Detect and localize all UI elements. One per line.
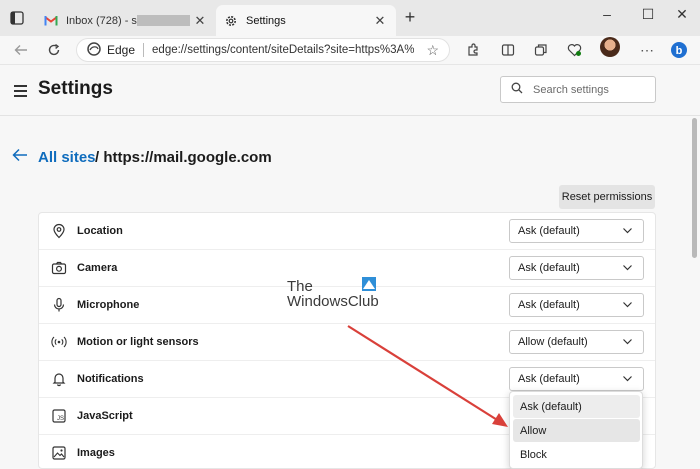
permission-label: Images — [77, 447, 115, 459]
chevron-down-icon — [622, 299, 633, 313]
more-options-icon[interactable]: ⋯ — [636, 39, 658, 61]
site-identity-label: Edge — [107, 43, 136, 57]
tab-label: Inbox (728) - snail — [66, 15, 190, 27]
sensors-icon — [51, 334, 67, 350]
settings-header: Settings Search settings — [0, 64, 700, 116]
gear-icon — [224, 14, 238, 28]
collections-icon[interactable] — [530, 39, 552, 61]
permission-label: Motion or light sensors — [77, 336, 199, 348]
breadcrumb-current: / https://mail.google.com — [95, 149, 272, 166]
tab-actions-icon[interactable] — [8, 9, 26, 27]
search-placeholder: Search settings — [533, 83, 609, 96]
refresh-icon[interactable] — [43, 39, 65, 61]
camera-select[interactable]: Ask (default) — [509, 256, 644, 280]
chevron-down-icon — [622, 336, 633, 350]
browser-toolbar: Edge edge://settings/content/siteDetails… — [0, 36, 700, 64]
select-value: Ask (default) — [518, 299, 580, 311]
permission-label: JavaScript — [77, 410, 133, 422]
dropdown-option-allow[interactable]: Allow — [513, 419, 640, 442]
gmail-icon — [44, 14, 58, 28]
new-tab-button[interactable]: + — [400, 8, 420, 28]
permission-row-motion-sensors: Motion or light sensors Allow (default) — [39, 324, 655, 361]
tab-settings[interactable]: Settings ✕ — [216, 5, 396, 36]
select-value: Allow (default) — [518, 336, 588, 348]
motion-sensors-select[interactable]: Allow (default) — [509, 330, 644, 354]
watermark-logo-icon — [362, 277, 376, 291]
notifications-dropdown-menu: Ask (default) Allow Block — [509, 391, 643, 469]
page-title: Settings — [38, 78, 113, 99]
reset-permissions-button[interactable]: Reset permissions — [559, 185, 655, 209]
permission-label: Location — [77, 225, 123, 237]
dropdown-option-block[interactable]: Block — [513, 443, 640, 466]
search-settings-input[interactable]: Search settings — [500, 76, 656, 103]
chevron-down-icon — [622, 225, 633, 239]
notifications-select[interactable]: Ask (default) — [509, 367, 644, 391]
menu-icon[interactable] — [14, 85, 27, 100]
close-window-button[interactable]: ✕ — [668, 6, 696, 23]
back-arrow-icon[interactable] — [12, 148, 28, 167]
address-bar[interactable]: Edge edge://settings/content/siteDetails… — [76, 38, 450, 62]
split-screen-icon[interactable] — [497, 39, 519, 61]
profile-avatar[interactable] — [600, 37, 620, 57]
back-icon[interactable] — [10, 39, 32, 61]
tab-gmail-inbox[interactable]: Inbox (728) - snail ✕ — [36, 5, 216, 36]
maximize-button[interactable]: ☐ — [634, 6, 662, 23]
redaction-block — [136, 15, 190, 27]
favorite-star-icon[interactable]: ☆ — [426, 42, 439, 59]
url-text[interactable]: edge://settings/content/siteDetails?site… — [152, 44, 414, 56]
edge-logo-icon — [87, 41, 101, 59]
javascript-icon: JS — [51, 408, 67, 424]
bell-icon — [51, 371, 67, 387]
select-value: Ask (default) — [518, 262, 580, 274]
divider — [143, 43, 145, 57]
permission-label: Notifications — [77, 373, 144, 385]
permission-label: Camera — [77, 262, 118, 274]
permission-row-location: Location Ask (default) — [39, 213, 655, 250]
browser-essentials-icon[interactable] — [563, 39, 585, 61]
svg-text:JS: JS — [57, 416, 64, 422]
close-tab-icon[interactable]: ✕ — [370, 13, 390, 29]
tab-label: Settings — [246, 14, 286, 27]
image-icon — [51, 445, 67, 461]
minimize-button[interactable]: – — [593, 6, 621, 22]
microphone-icon — [51, 297, 67, 313]
dropdown-option-ask-default[interactable]: Ask (default) — [513, 395, 640, 418]
select-value: Ask (default) — [518, 225, 580, 237]
select-value: Ask (default) — [518, 373, 580, 385]
chevron-down-icon — [622, 262, 633, 276]
extensions-icon[interactable] — [462, 39, 484, 61]
close-tab-icon[interactable]: ✕ — [190, 13, 210, 29]
location-select[interactable]: Ask (default) — [509, 219, 644, 243]
camera-icon — [51, 260, 67, 276]
location-icon — [51, 223, 67, 239]
breadcrumb-all-sites-link[interactable]: All sites — [38, 149, 96, 166]
search-icon — [511, 82, 523, 97]
scrollbar[interactable] — [692, 118, 697, 258]
permission-label: Microphone — [77, 299, 140, 311]
tab-strip: Inbox (728) - snail ✕ Settings ✕ + – ☐ ✕ — [0, 0, 700, 36]
chevron-up-icon — [622, 373, 633, 387]
copilot-icon[interactable]: b — [668, 39, 690, 61]
svg-text:b: b — [676, 45, 683, 57]
microphone-select[interactable]: Ask (default) — [509, 293, 644, 317]
